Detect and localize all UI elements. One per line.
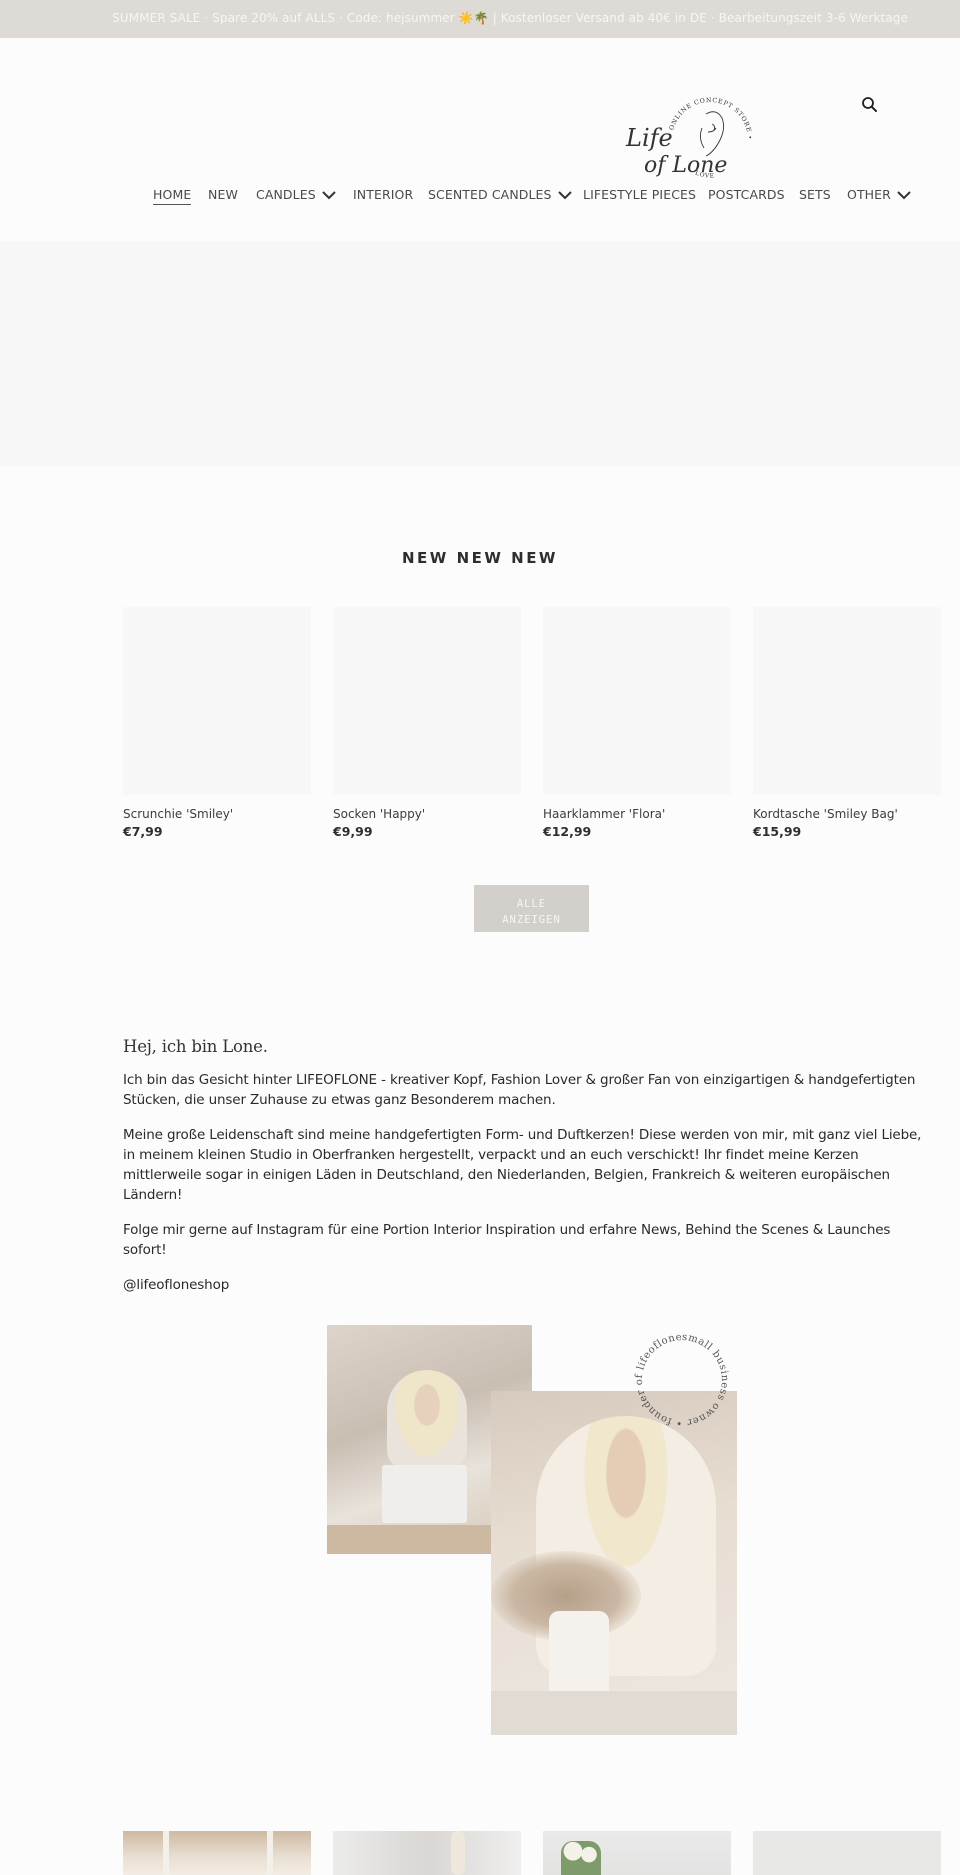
product-price: €7,99: [123, 824, 163, 839]
featured-collection-title: NEW NEW NEW: [402, 549, 558, 567]
founder-photo-candles: [491, 1391, 737, 1735]
nav-label: LIFESTYLE PIECES: [583, 187, 697, 202]
logo-icon: ONLINE CONCEPT STORE • MADE WITH LOVE Li…: [618, 83, 752, 180]
site-header: ONLINE CONCEPT STORE • MADE WITH LOVE Li…: [0, 38, 960, 241]
product-card[interactable]: Haarklammer 'Flora' €12,99: [543, 607, 731, 839]
nav-label: SCENTED CANDLES: [428, 187, 552, 202]
about-section: Hej, ich bin Lone. Ich bin das Gesicht h…: [123, 1037, 923, 1310]
about-paragraph: Folge mir gerne auf Instagram für eine P…: [123, 1222, 891, 1258]
announcement-bar: SUMMER SALE · Spare 20% auf ALLS · Code:…: [0, 0, 960, 38]
nav-item-new[interactable]: NEW: [208, 186, 238, 204]
about-paragraph: Meine große Leidenschaft sind meine hand…: [123, 1127, 922, 1203]
nav-label: OTHER: [847, 187, 891, 202]
about-heading: Hej, ich bin Lone.: [123, 1037, 268, 1056]
announcement-text: SUMMER SALE · Spare 20% auf ALLS · Code:…: [112, 11, 908, 25]
founder-badge-ring: small business owner • founder of lifeof…: [627, 1325, 730, 1428]
instagram-handle: @lifeofloneshop: [123, 1277, 230, 1293]
nav-label: CANDLES: [256, 187, 316, 202]
product-name: Kordtasche 'Smiley Bag': [753, 807, 898, 821]
badge-text: small business owner • founder of lifeof…: [627, 1325, 729, 1428]
nav-item-home[interactable]: HOME: [153, 186, 192, 205]
product-price: €9,99: [333, 824, 373, 839]
product-card[interactable]: Socken 'Happy' €9,99: [333, 607, 521, 839]
chevron-down-icon: [897, 191, 911, 200]
logo-script-line2: of Lone: [644, 153, 727, 178]
product-image-placeholder: [543, 607, 731, 795]
nav-item-other[interactable]: OTHER: [847, 186, 912, 204]
gallery-image[interactable]: [123, 1831, 311, 1875]
view-all-label-line2: ANZEIGEN: [502, 914, 561, 926]
founder-photo-collage: small business owner • founder of lifeof…: [327, 1325, 737, 1735]
nav-item-interior[interactable]: INTERIOR: [353, 186, 413, 204]
nav-label: HOME: [153, 186, 192, 205]
product-price: €15,99: [753, 824, 802, 839]
product-image-placeholder: [333, 607, 521, 795]
product-name: Scrunchie 'Smiley': [123, 807, 234, 821]
nav-item-scented-candles[interactable]: SCENTED CANDLES: [428, 186, 573, 204]
person-figure: [387, 1370, 467, 1470]
product-image-placeholder: [123, 607, 311, 795]
main-nav: HOME NEW CANDLES INTERIOR SCENTED CANDLE…: [0, 186, 960, 210]
vase-shape: [549, 1611, 609, 1701]
table-shape: [491, 1691, 737, 1735]
nav-item-sets[interactable]: SETS: [799, 186, 831, 204]
product-name: Socken 'Happy': [333, 807, 426, 821]
nav-label: NEW: [208, 187, 238, 202]
view-all-button[interactable]: ALLE ANZEIGEN: [474, 885, 589, 932]
logo-script-line1: Life: [625, 124, 673, 152]
svg-text:small business owner • founder: small business owner • founder of lifeof…: [627, 1325, 730, 1428]
product-image-placeholder: [753, 607, 941, 795]
gallery-image[interactable]: [333, 1831, 521, 1875]
product-name: Haarklammer 'Flora': [543, 807, 666, 821]
chevron-down-icon: [322, 191, 336, 200]
about-paragraph: Ich bin das Gesicht hinter LIFEOFLONE - …: [123, 1072, 916, 1108]
product-card[interactable]: Scrunchie 'Smiley' €7,99: [123, 607, 311, 839]
laptop-shape: [382, 1465, 467, 1523]
search-icon: [862, 97, 877, 112]
gallery-image[interactable]: [543, 1831, 731, 1875]
nav-label: SETS: [799, 187, 831, 202]
nav-label: INTERIOR: [353, 187, 414, 202]
search-button[interactable]: [860, 95, 880, 115]
product-price: €12,99: [543, 824, 592, 839]
nav-item-postcards[interactable]: POSTCARDS: [708, 186, 785, 204]
view-all-label-line1: ALLE: [516, 898, 547, 910]
chevron-down-icon: [557, 191, 572, 200]
nav-item-candles[interactable]: CANDLES: [256, 186, 337, 204]
nav-label: POSTCARDS: [708, 187, 785, 202]
nav-item-lifestyle-pieces[interactable]: LIFESTYLE PIECES: [583, 186, 696, 204]
gallery-image[interactable]: [753, 1831, 941, 1875]
product-card[interactable]: Kordtasche 'Smiley Bag' €15,99: [753, 607, 941, 839]
hero-banner-placeholder: [0, 241, 960, 467]
store-logo[interactable]: ONLINE CONCEPT STORE • MADE WITH LOVE Li…: [618, 83, 752, 192]
